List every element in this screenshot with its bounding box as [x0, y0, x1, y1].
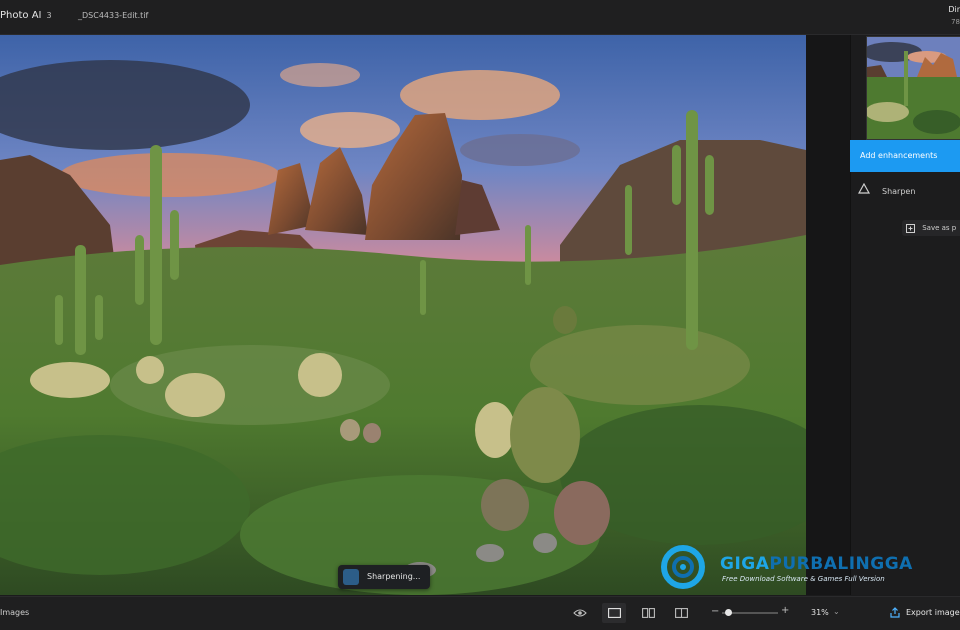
file-name-tab[interactable]: _DSC4433-Edit.tif [78, 11, 148, 20]
export-image-button[interactable]: Export image [890, 603, 960, 623]
zoom-in-button[interactable]: + [781, 605, 789, 616]
watermark: GIGAPURBALINGGA Free Download Software &… [656, 542, 956, 592]
top-right-title: Dir [948, 5, 960, 14]
watermark-logo-icon [661, 545, 705, 589]
image-count-badge: 3 [46, 11, 52, 20]
bottom-bar: Images − + 31% ⌄ Export image [0, 596, 960, 630]
watermark-title: GIGAPURBALINGGA [720, 554, 913, 574]
split-compare-icon[interactable] [669, 603, 693, 623]
zoom-out-button[interactable]: − [711, 606, 719, 617]
canvas-gutter [806, 35, 850, 595]
image-canvas[interactable] [0, 35, 806, 595]
navigator-thumbnail[interactable] [866, 36, 960, 140]
app-title: Photo AI [0, 10, 42, 21]
top-right-subtitle: 78 [951, 18, 960, 26]
sharpen-label: Sharpen [882, 187, 916, 196]
toast-label: Sharpening... [367, 572, 421, 581]
single-view-icon[interactable] [602, 603, 626, 623]
chevron-down-icon[interactable]: ⌄ [833, 607, 840, 616]
enhancement-item-sharpen[interactable]: Sharpen [857, 182, 916, 197]
export-icon [890, 607, 900, 618]
zoom-slider-handle[interactable] [724, 609, 732, 616]
processing-toast: Sharpening... [338, 565, 430, 589]
save-icon [906, 223, 922, 233]
images-label[interactable]: Images [0, 608, 29, 617]
export-label: Export image [906, 608, 960, 617]
side-by-side-icon[interactable] [636, 603, 660, 623]
top-bar: Photo AI 3 _DSC4433-Edit.tif Dir 78 [0, 0, 960, 35]
add-enhancements-button[interactable]: Add enhancements [850, 140, 960, 172]
thumbnail-preview [867, 37, 960, 139]
watermark-subtitle: Free Download Software & Games Full Vers… [722, 575, 885, 583]
triangle-icon [857, 182, 872, 196]
processing-icon [343, 569, 359, 585]
zoom-value[interactable]: 31% [811, 608, 829, 617]
desert-landscape-photo [0, 35, 806, 595]
save-label: Save as p [922, 224, 957, 232]
eye-icon[interactable] [568, 603, 592, 623]
save-as-preset-button[interactable]: Save as p [902, 220, 960, 236]
